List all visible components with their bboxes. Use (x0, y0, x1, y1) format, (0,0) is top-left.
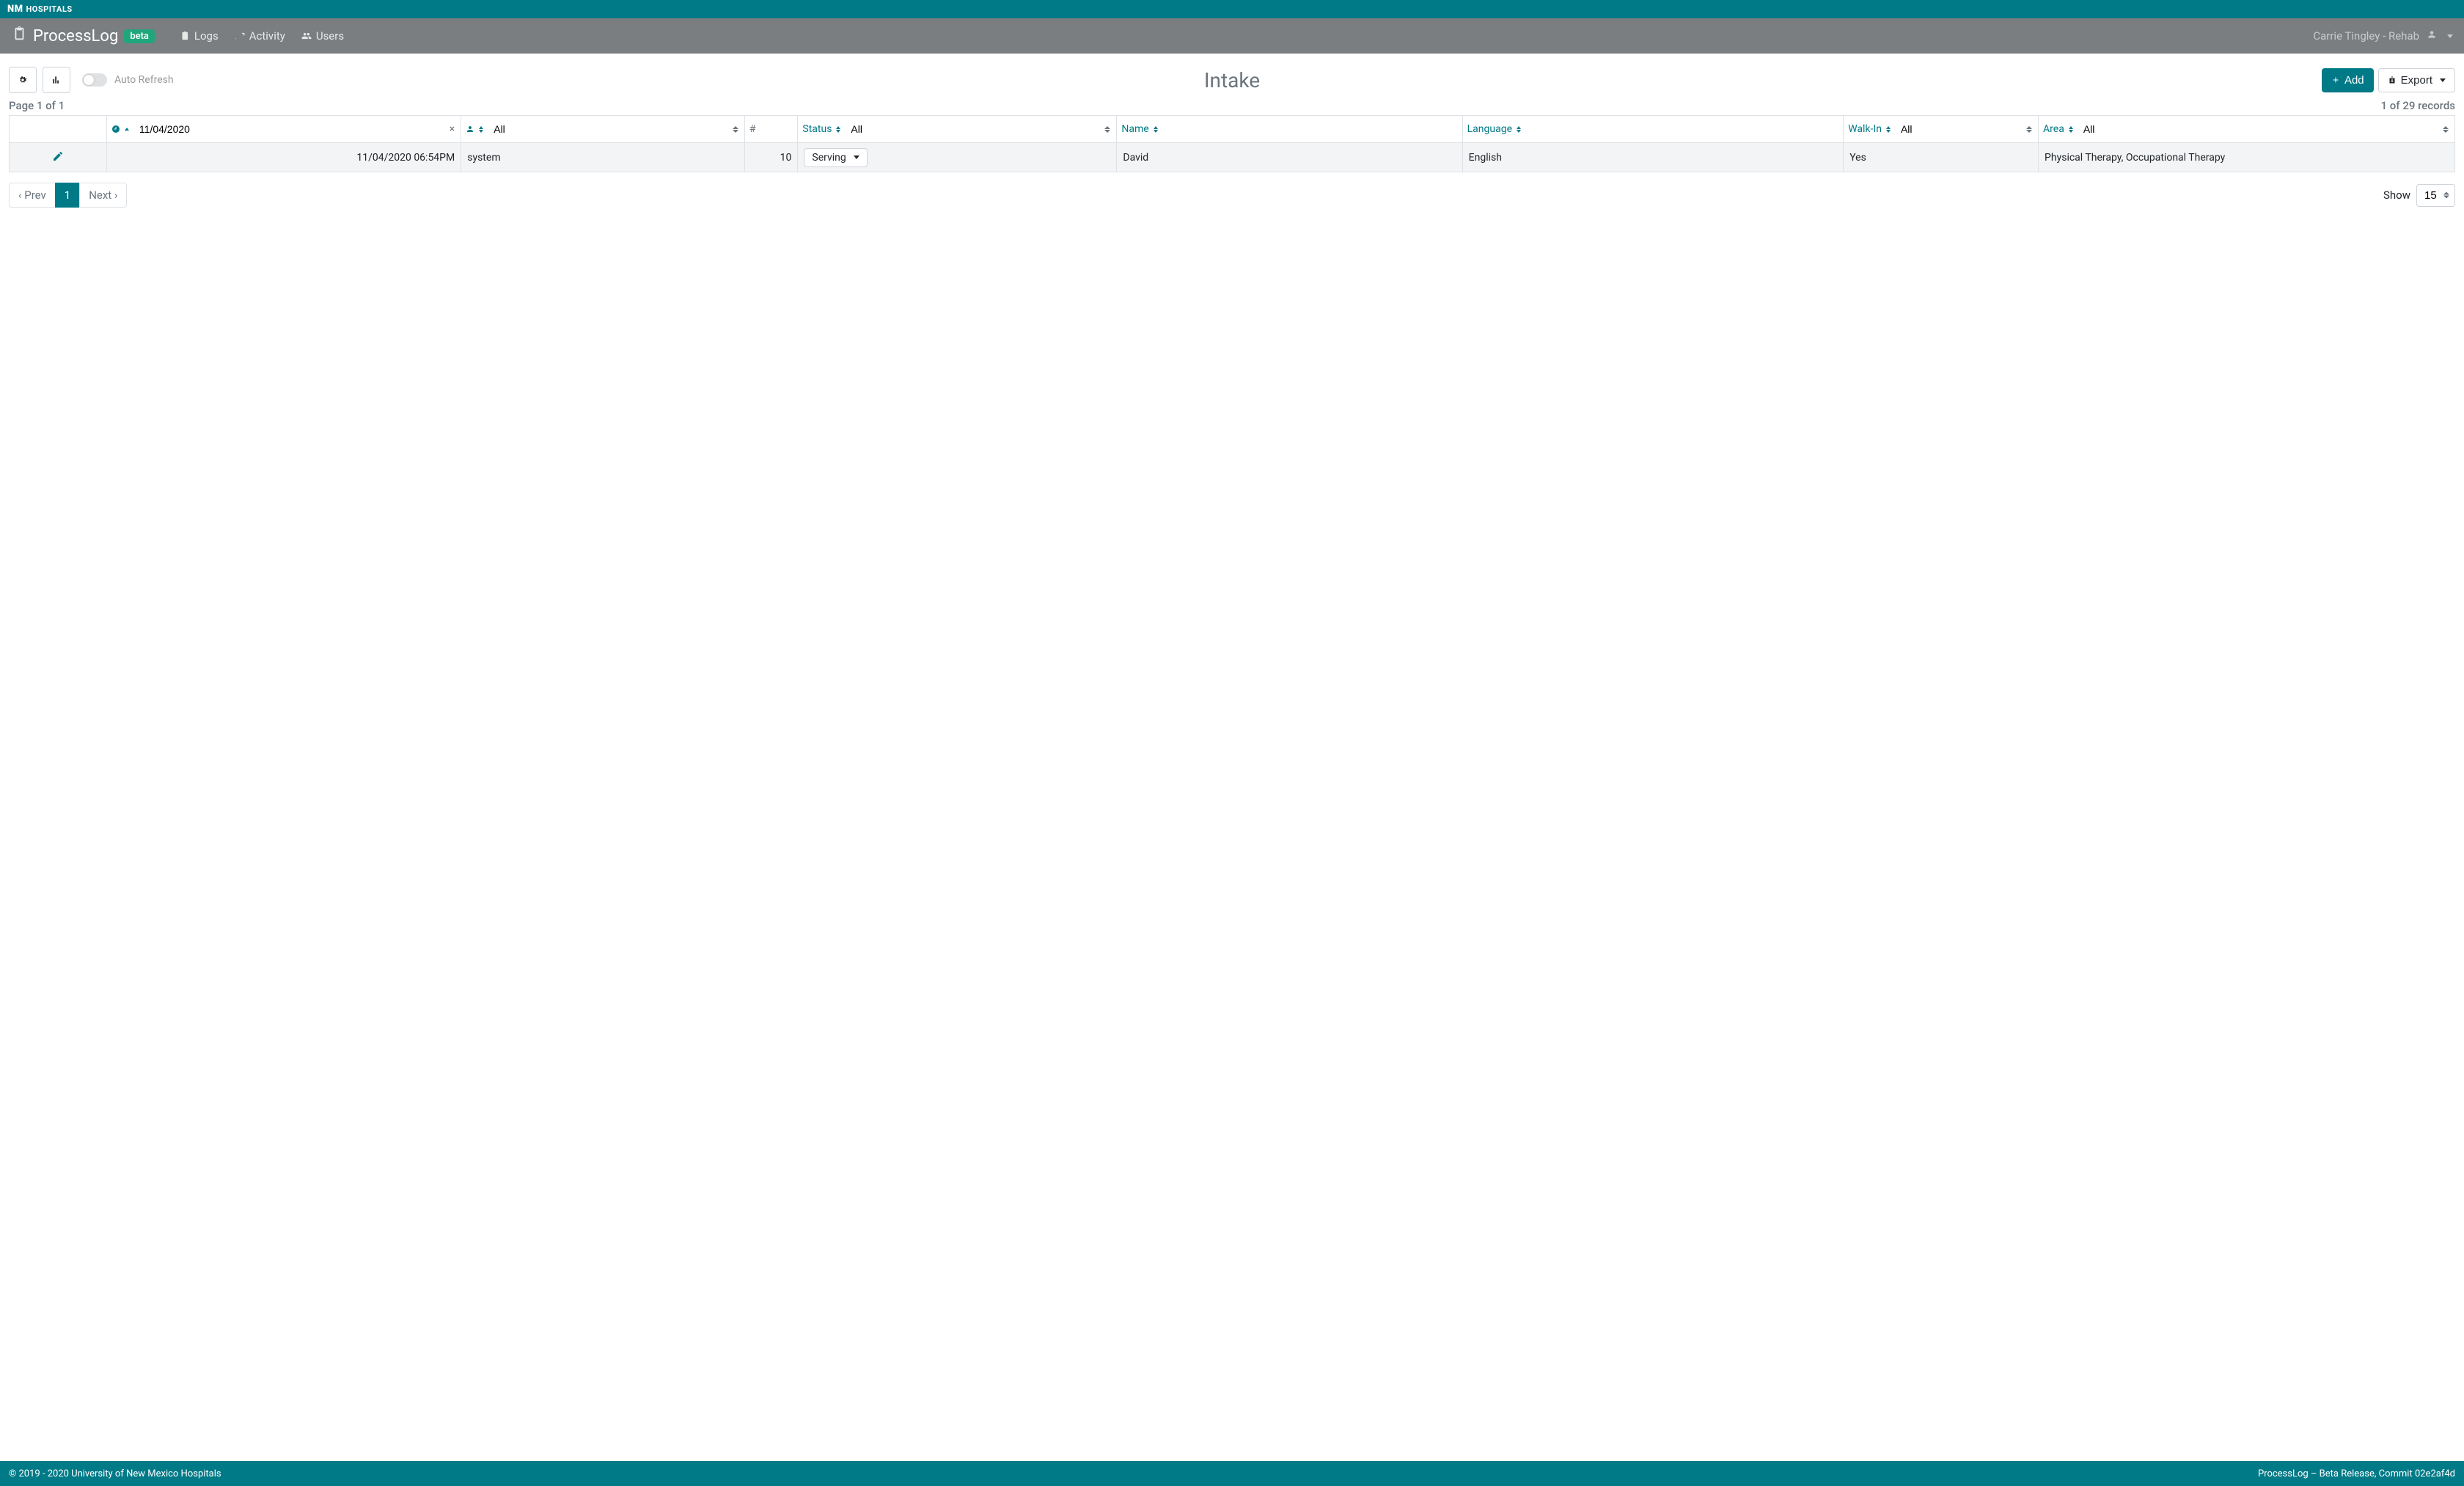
edit-row-button[interactable] (52, 153, 64, 165)
brand[interactable]: ProcessLog beta (11, 26, 155, 46)
nav-activity[interactable]: Activity (227, 25, 293, 47)
chart-line-icon (235, 31, 245, 41)
clipboard-icon (180, 31, 190, 41)
org-logo: NM HOSPITALS (7, 4, 73, 15)
add-label: Add (2344, 74, 2364, 87)
main-nav: ProcessLog beta Logs Activity Users Carr… (0, 18, 2464, 54)
chevron-down-icon (2440, 78, 2446, 82)
tenant-name: Carrie Tingley - Rehab (2313, 29, 2419, 43)
pager-prev[interactable]: ‹ Prev (9, 183, 56, 208)
plus-icon (2331, 76, 2340, 84)
auto-refresh-label: Auto Refresh (114, 74, 174, 86)
cell-datetime: 11/04/2020 06:54PM (106, 143, 461, 172)
status-value: Serving (812, 152, 846, 164)
record-count: 1 of 29 records (2381, 99, 2455, 112)
beta-badge: beta (124, 29, 155, 43)
table-row: 11/04/2020 06:54PM system 10 Serving Dav… (10, 143, 2455, 172)
org-banner: NM HOSPITALS (0, 0, 2464, 18)
pager-page-1[interactable]: 1 (55, 183, 80, 208)
col-date-sort[interactable] (107, 125, 133, 133)
edit-icon (52, 150, 64, 162)
page-size-select[interactable]: 15 (2416, 184, 2455, 207)
org-logo-mark: NM (7, 4, 23, 15)
col-language-label: Language (1467, 123, 1512, 135)
org-name: HOSPITALS (26, 4, 73, 14)
cell-walkin: Yes (1844, 143, 2039, 172)
export-label: Export (2401, 74, 2432, 87)
settings-button[interactable] (9, 67, 37, 93)
pagination: ‹ Prev 1 Next › (9, 183, 127, 208)
cell-number: 10 (744, 143, 798, 172)
add-button[interactable]: Add (2322, 68, 2374, 92)
chevron-down-icon (2447, 34, 2453, 38)
user-icon (2427, 29, 2437, 43)
status-dropdown[interactable]: Serving (804, 148, 867, 167)
chevron-down-icon (854, 155, 859, 159)
clipboard-icon (11, 26, 27, 46)
col-name-label: Name (1121, 123, 1148, 135)
cell-area: Physical Therapy, Occupational Therapy (2039, 143, 2455, 172)
clear-date-icon[interactable]: × (450, 123, 455, 135)
intake-table: × All # (9, 115, 2455, 172)
export-icon (2388, 76, 2397, 84)
user-filter-select[interactable]: All (488, 117, 744, 142)
toolbar: Auto Refresh Intake Add Export (0, 54, 2464, 98)
col-user-sort[interactable] (461, 125, 488, 133)
walkin-filter-select[interactable]: All (1895, 117, 2038, 142)
cell-user: system (461, 143, 745, 172)
footer-copyright: © 2019 - 2020 University of New Mexico H… (9, 1468, 221, 1479)
page-indicator: Page 1 of 1 (9, 99, 65, 112)
status-filter-select[interactable]: All (845, 117, 1116, 142)
col-status-label: Status (802, 123, 832, 135)
chart-button[interactable] (43, 67, 70, 93)
date-filter-input[interactable] (133, 117, 461, 142)
col-number-header: # (745, 123, 760, 135)
footer: © 2019 - 2020 University of New Mexico H… (0, 1461, 2464, 1486)
nav-users[interactable]: Users (294, 25, 351, 47)
pager-next[interactable]: Next › (79, 183, 127, 208)
page-title: Intake (1204, 68, 1260, 92)
user-icon (466, 125, 474, 133)
language-filter-input[interactable] (1525, 117, 1843, 142)
nav-logs[interactable]: Logs (172, 25, 226, 47)
col-walkin-sort[interactable]: Walk-In (1844, 123, 1895, 135)
col-name-sort[interactable]: Name (1117, 123, 1162, 135)
nav-activity-label: Activity (249, 29, 285, 43)
nav-users-label: Users (316, 29, 344, 43)
cell-name: David (1117, 143, 1462, 172)
col-walkin-label: Walk-In (1848, 123, 1882, 135)
bar-chart-icon (51, 75, 62, 85)
auto-refresh-toggle[interactable] (82, 73, 107, 87)
nav-logs-label: Logs (194, 29, 219, 43)
name-filter-input[interactable] (1162, 117, 1462, 142)
col-status-sort[interactable]: Status (798, 123, 845, 135)
brand-text: ProcessLog (33, 27, 118, 45)
clock-icon (111, 125, 120, 133)
cell-language: English (1462, 143, 1844, 172)
col-area-label: Area (2043, 123, 2064, 135)
users-icon (301, 31, 312, 41)
nav-user-menu[interactable]: Carrie Tingley - Rehab (2313, 29, 2453, 43)
footer-version: ProcessLog – Beta Release, Commit 02e2af… (2258, 1468, 2455, 1479)
col-edit-header (10, 116, 107, 143)
col-language-sort[interactable]: Language (1463, 123, 1525, 135)
gear-icon (18, 75, 28, 85)
show-label: Show (2383, 189, 2410, 202)
export-button[interactable]: Export (2378, 68, 2455, 92)
col-area-sort[interactable]: Area (2039, 123, 2078, 135)
area-filter-select[interactable]: All (2078, 117, 2454, 142)
